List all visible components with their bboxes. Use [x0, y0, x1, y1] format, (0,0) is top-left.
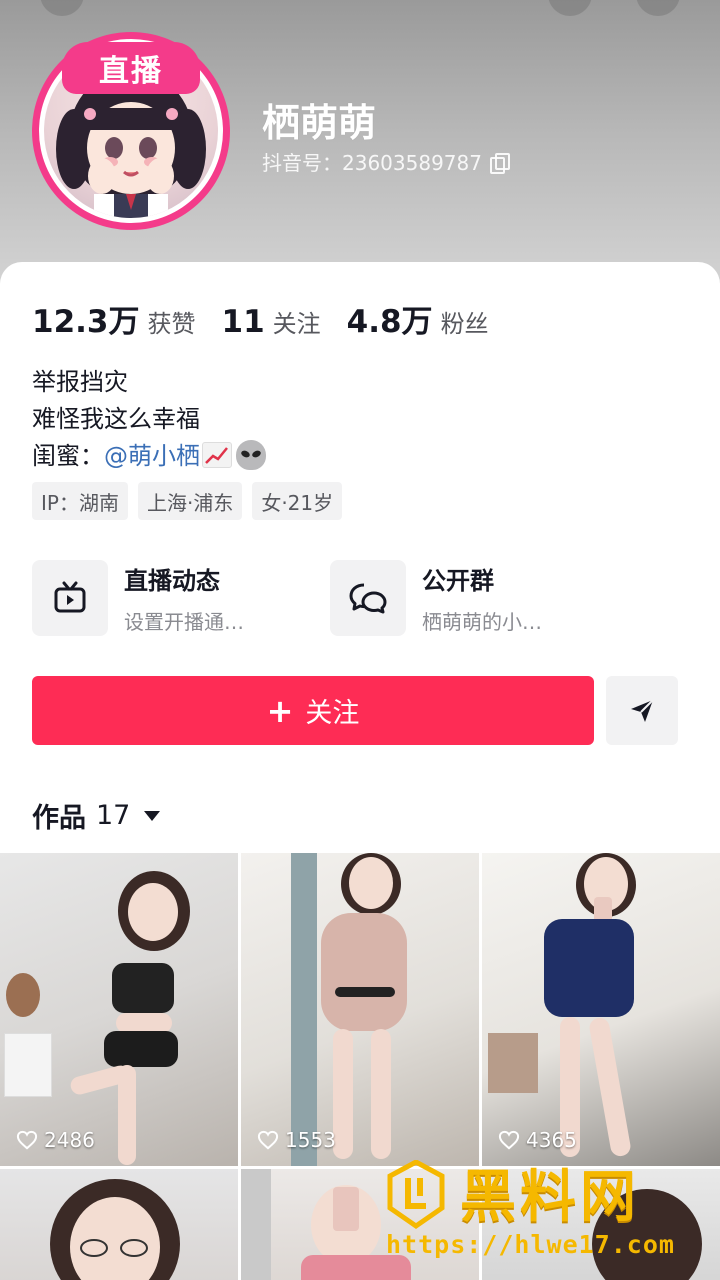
bio-line: 举报挡灾 [32, 368, 128, 396]
entry-subtitle: 栖萌萌的小… [422, 610, 542, 634]
tag-gender-age: 女·21岁 [252, 482, 343, 520]
mention-link[interactable]: @萌小栖 [104, 442, 200, 470]
profile-header: 直播 栖萌萌 抖音号：23603589787 [0, 0, 720, 300]
live-updates-entry[interactable]: 直播动态 设置开播通… [32, 560, 330, 636]
like-count-value: 4365 [526, 1128, 577, 1152]
watermark-logo-icon [387, 1160, 445, 1230]
tag-list: IP：湖南 上海·浦东 女·21岁 [32, 482, 343, 520]
bio-line: 闺蜜：@萌小栖 [32, 438, 266, 475]
like-count: 1553 [257, 1128, 336, 1152]
heart-icon [16, 1130, 38, 1150]
caret-down-icon [144, 810, 161, 821]
stat-value: 12.3万 [32, 304, 140, 340]
back-button[interactable] [40, 0, 84, 16]
watermark: 黑料网 https://hlwe17.com [376, 1150, 706, 1270]
feature-entries: 直播动态 设置开播通… 公开群 栖萌萌的小… [32, 560, 688, 636]
douyin-id: 抖音号：23603589787 [262, 151, 482, 175]
stat-label: 粉丝 [440, 310, 489, 338]
bio-prefix: 闺蜜： [32, 442, 104, 470]
like-count: 4365 [498, 1128, 577, 1152]
entry-title: 直播动态 [124, 567, 220, 595]
follow-label: 关注 [305, 698, 360, 729]
like-count-value: 2486 [44, 1128, 95, 1152]
send-icon [631, 698, 654, 722]
stat-value: 11 [221, 304, 265, 340]
tv-icon [32, 560, 108, 636]
plus-icon: + [266, 691, 294, 730]
stats-row: 12.3万 获赞 11 关注 4.8万 粉丝 [32, 296, 489, 341]
alien-emoji-icon [236, 440, 266, 470]
tag-location: 上海·浦东 [137, 482, 243, 520]
video-thumbnail[interactable]: 1553 [241, 853, 479, 1166]
stat-likes[interactable]: 12.3万 获赞 [32, 296, 196, 341]
group-chat-icon [330, 560, 406, 636]
entry-subtitle: 设置开播通… [124, 610, 244, 634]
bio: 举报挡灾 难怪我这么幸福 闺蜜：@萌小栖 [32, 364, 266, 475]
works-count: 17 [96, 800, 131, 831]
stat-following[interactable]: 11 关注 [222, 304, 321, 340]
heart-icon [257, 1130, 279, 1150]
follow-button[interactable]: + 关注 [32, 676, 594, 745]
works-label: 作品 [32, 803, 86, 834]
like-count: 2486 [16, 1128, 95, 1152]
search-button[interactable] [548, 0, 592, 16]
tag-ip: IP：湖南 [32, 482, 128, 520]
stat-value: 4.8万 [346, 304, 433, 340]
live-badge[interactable]: 直播 [62, 42, 200, 94]
stat-followers[interactable]: 4.8万 粉丝 [347, 296, 489, 341]
video-thumbnail[interactable]: 2486 [0, 853, 238, 1166]
share-button[interactable] [606, 676, 678, 745]
like-count-value: 1553 [285, 1128, 336, 1152]
stat-label: 获赞 [147, 310, 196, 338]
watermark-url: https://hlwe17.com [386, 1230, 675, 1259]
video-thumbnail[interactable]: 4365 [482, 853, 720, 1166]
entry-title: 公开群 [422, 567, 494, 595]
nickname: 栖萌萌 [262, 101, 377, 145]
public-group-entry[interactable]: 公开群 栖萌萌的小… [330, 560, 628, 636]
works-tab[interactable]: 作品 17 [32, 796, 161, 835]
more-button[interactable] [636, 0, 680, 16]
chart-emoji-icon [202, 442, 232, 468]
copy-icon[interactable] [489, 152, 510, 174]
heart-icon [498, 1130, 520, 1150]
video-thumbnail[interactable] [0, 1169, 238, 1280]
watermark-title: 黑料网 [460, 1165, 640, 1230]
bio-line: 难怪我这么幸福 [32, 405, 200, 433]
douyin-id-row: 抖音号：23603589787 [262, 147, 510, 176]
stat-label: 关注 [272, 310, 321, 338]
